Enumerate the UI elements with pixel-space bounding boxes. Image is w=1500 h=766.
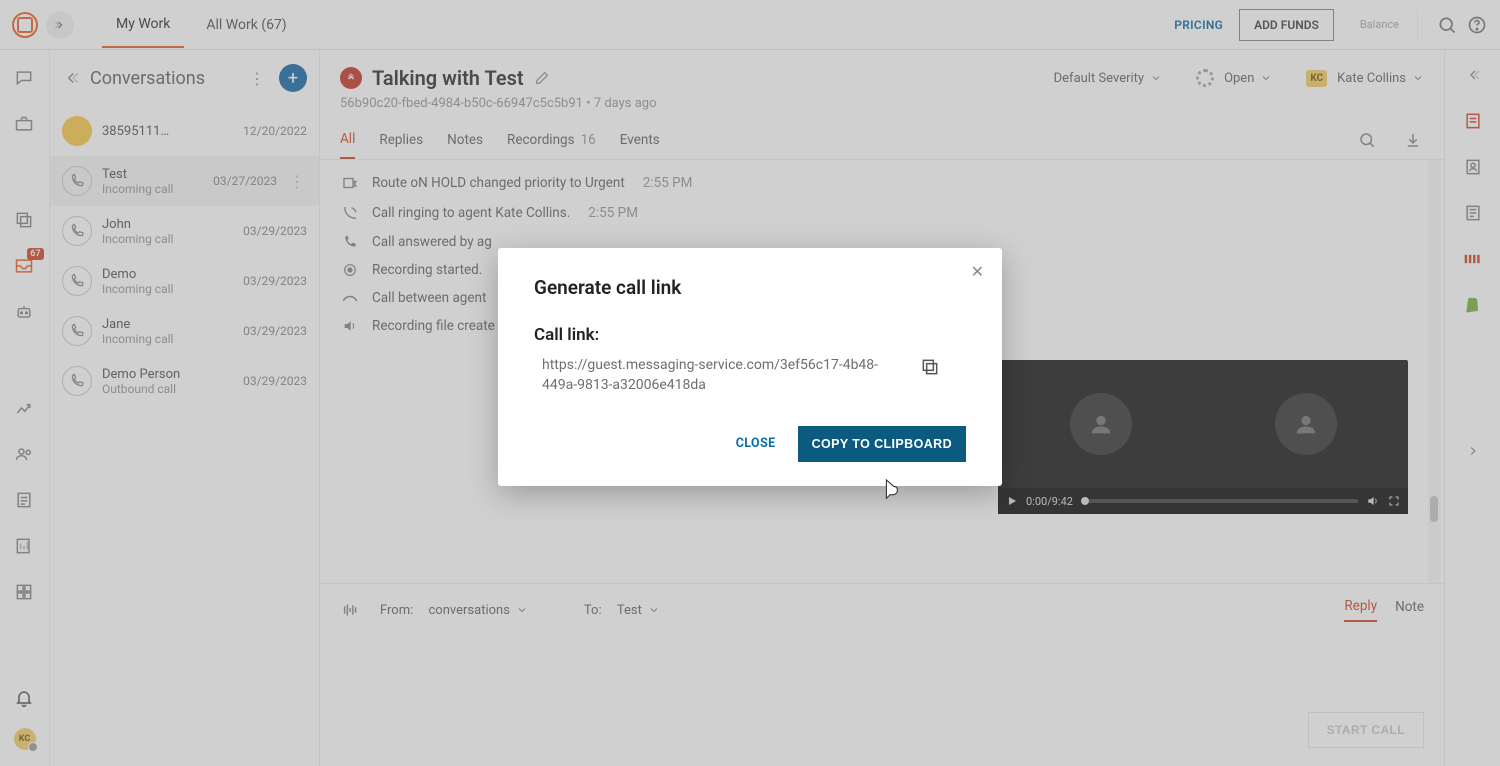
copy-to-clipboard-button[interactable]: COPY TO CLIPBOARD [798, 426, 966, 462]
generate-call-link-modal: ✕ Generate call link Call link: https://… [498, 248, 1002, 486]
copy-icon[interactable] [920, 357, 940, 377]
modal-title: Generate call link [534, 276, 966, 299]
close-button[interactable]: CLOSE [730, 428, 782, 459]
call-link-text: https://guest.messaging-service.com/3ef5… [534, 355, 904, 396]
modal-close-icon[interactable]: ✕ [971, 262, 984, 281]
modal-scrim[interactable]: ✕ Generate call link Call link: https://… [0, 0, 1500, 766]
modal-subtitle: Call link: [534, 325, 966, 345]
